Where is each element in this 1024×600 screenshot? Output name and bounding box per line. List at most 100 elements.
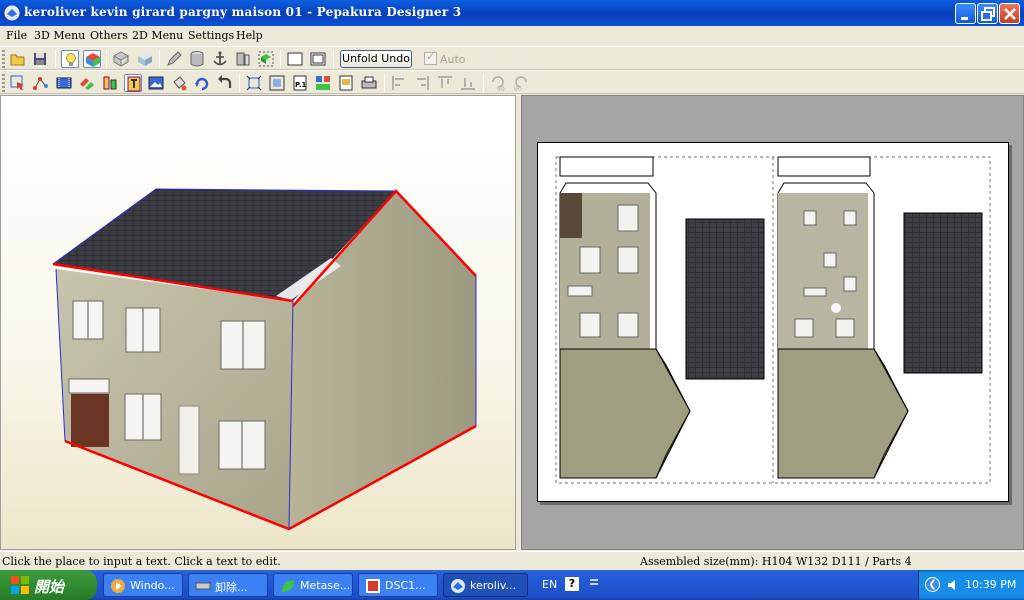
text-tool-button[interactable] (124, 74, 142, 92)
close-button[interactable] (999, 3, 1020, 24)
menu-file[interactable]: File (6, 29, 27, 42)
paper-sheet (537, 142, 1009, 502)
folder-icon (10, 54, 25, 66)
auto-checkbox[interactable] (424, 50, 437, 65)
toolbar-grip[interactable] (2, 50, 5, 68)
unfolded-parts[interactable] (538, 143, 1008, 501)
align-top-button[interactable] (436, 74, 454, 92)
floppy-icon (34, 53, 46, 65)
text-box-2[interactable] (777, 156, 871, 177)
start-label: 開始 (34, 578, 65, 596)
window-icon (287, 52, 303, 66)
status-hint: Click the place to input a text. Click a… (2, 555, 281, 568)
align-bottom-button[interactable] (459, 74, 477, 92)
green-cube-icon (258, 51, 274, 67)
align-right-button[interactable] (413, 74, 431, 92)
house-3d-model[interactable] (1, 96, 515, 549)
align-top-icon (438, 76, 452, 88)
ime-icon[interactable] (588, 576, 600, 590)
open-button[interactable] (9, 50, 27, 68)
3d-view-pane[interactable] (0, 95, 516, 550)
task-metasequoia[interactable]: Metase... (273, 573, 353, 597)
rotate-90-left-button[interactable]: 90 (489, 74, 507, 92)
task-image-viewer[interactable]: DSC1... (358, 573, 438, 597)
fit-tool-button[interactable] (245, 74, 263, 92)
flap-tool-button[interactable] (78, 74, 96, 92)
restore-button[interactable] (977, 3, 998, 24)
part-1-wall[interactable] (559, 182, 691, 479)
split-view-button[interactable] (309, 50, 327, 68)
anchor-button[interactable] (211, 50, 229, 68)
print-tool-button[interactable] (360, 74, 378, 92)
join-button[interactable] (234, 50, 252, 68)
rotate-right-icon: 90 (514, 76, 527, 92)
single-view-button[interactable] (286, 50, 304, 68)
menu-3d[interactable]: 3D Menu (34, 29, 85, 42)
parts-icon (103, 76, 117, 90)
preview-tool-button[interactable] (337, 74, 355, 92)
image-tool-button[interactable] (147, 74, 165, 92)
toolbar-grip[interactable] (2, 74, 5, 92)
task-label: Metase... (300, 579, 351, 592)
light-button[interactable] (61, 50, 79, 68)
colored-cube-icon (86, 53, 100, 67)
align-left-button[interactable] (390, 74, 408, 92)
task-pepakura[interactable]: keroliv... (443, 573, 528, 597)
restore-icon (981, 7, 995, 21)
rotate-left-icon: 90 (492, 76, 505, 92)
task-remove-hardware[interactable]: 卸除... (188, 573, 268, 597)
part-4-roof[interactable] (903, 212, 983, 374)
auto-label: Auto (440, 53, 466, 66)
status-bar: Click the place to input a text. Click a… (0, 551, 1024, 570)
svg-text:90: 90 (497, 86, 505, 92)
2d-view-pane[interactable] (521, 95, 1024, 550)
text-box-1[interactable] (559, 156, 654, 177)
parts-tool-button[interactable] (101, 74, 119, 92)
svg-text:P.1: P.1 (295, 81, 307, 89)
clock[interactable]: 10:39 PM (965, 578, 1016, 591)
rotate-90-right-button[interactable]: 90 (512, 74, 530, 92)
image-icon (148, 76, 164, 90)
edge-view-button[interactable] (112, 50, 130, 68)
select-tool-button[interactable] (9, 74, 27, 92)
panel-icon (236, 52, 250, 66)
show-hidden-icons-button[interactable]: ❮ (925, 577, 940, 592)
save-button[interactable] (31, 50, 49, 68)
zoom-tool-button[interactable] (268, 74, 286, 92)
wire-cube-icon (112, 51, 130, 67)
undo-arrow-icon (218, 75, 232, 88)
start-button[interactable]: 開始 (0, 570, 97, 600)
align-bottom-icon (461, 78, 475, 90)
page-tool-button[interactable]: P.1 (291, 74, 309, 92)
rotate-tool-button[interactable] (193, 74, 211, 92)
texture-button[interactable] (83, 50, 101, 68)
layout-tool-button[interactable] (314, 74, 332, 92)
lightbulb-icon (66, 53, 76, 66)
menu-bar: File 3D Menu Others 2D Menu Settings Hel… (0, 26, 1024, 46)
menu-help[interactable]: Help (236, 29, 263, 42)
menu-others[interactable]: Others (90, 29, 128, 42)
title-bar[interactable]: keroliver kevin girard pargny maison 01 … (0, 0, 1024, 26)
cylinder-icon (190, 51, 204, 67)
speaker-icon[interactable] (946, 578, 960, 592)
select-part-button[interactable] (257, 50, 275, 68)
part-3-wall[interactable] (777, 182, 909, 479)
minimize-button[interactable] (955, 3, 976, 24)
pencil-button[interactable] (165, 50, 183, 68)
menu-2d[interactable]: 2D Menu (132, 29, 183, 42)
unfold-undo-button[interactable]: Unfold Undo (340, 50, 412, 68)
fill-tool-button[interactable] (170, 74, 188, 92)
node-tool-button[interactable] (32, 74, 50, 92)
menu-settings[interactable]: Settings (188, 29, 234, 42)
film-tool-button[interactable] (55, 74, 73, 92)
language-indicator[interactable]: EN (542, 578, 557, 591)
undo-tool-button[interactable] (216, 74, 234, 92)
help-icon[interactable]: ? (565, 577, 579, 591)
pepakura-icon (4, 5, 20, 21)
part-2-roof[interactable] (685, 218, 765, 380)
layout-icon (316, 76, 330, 90)
task-label: Windo... (130, 579, 175, 592)
cylinder-button[interactable] (188, 50, 206, 68)
face-view-button[interactable] (136, 50, 154, 68)
task-windows-media[interactable]: Windo... (103, 573, 183, 597)
